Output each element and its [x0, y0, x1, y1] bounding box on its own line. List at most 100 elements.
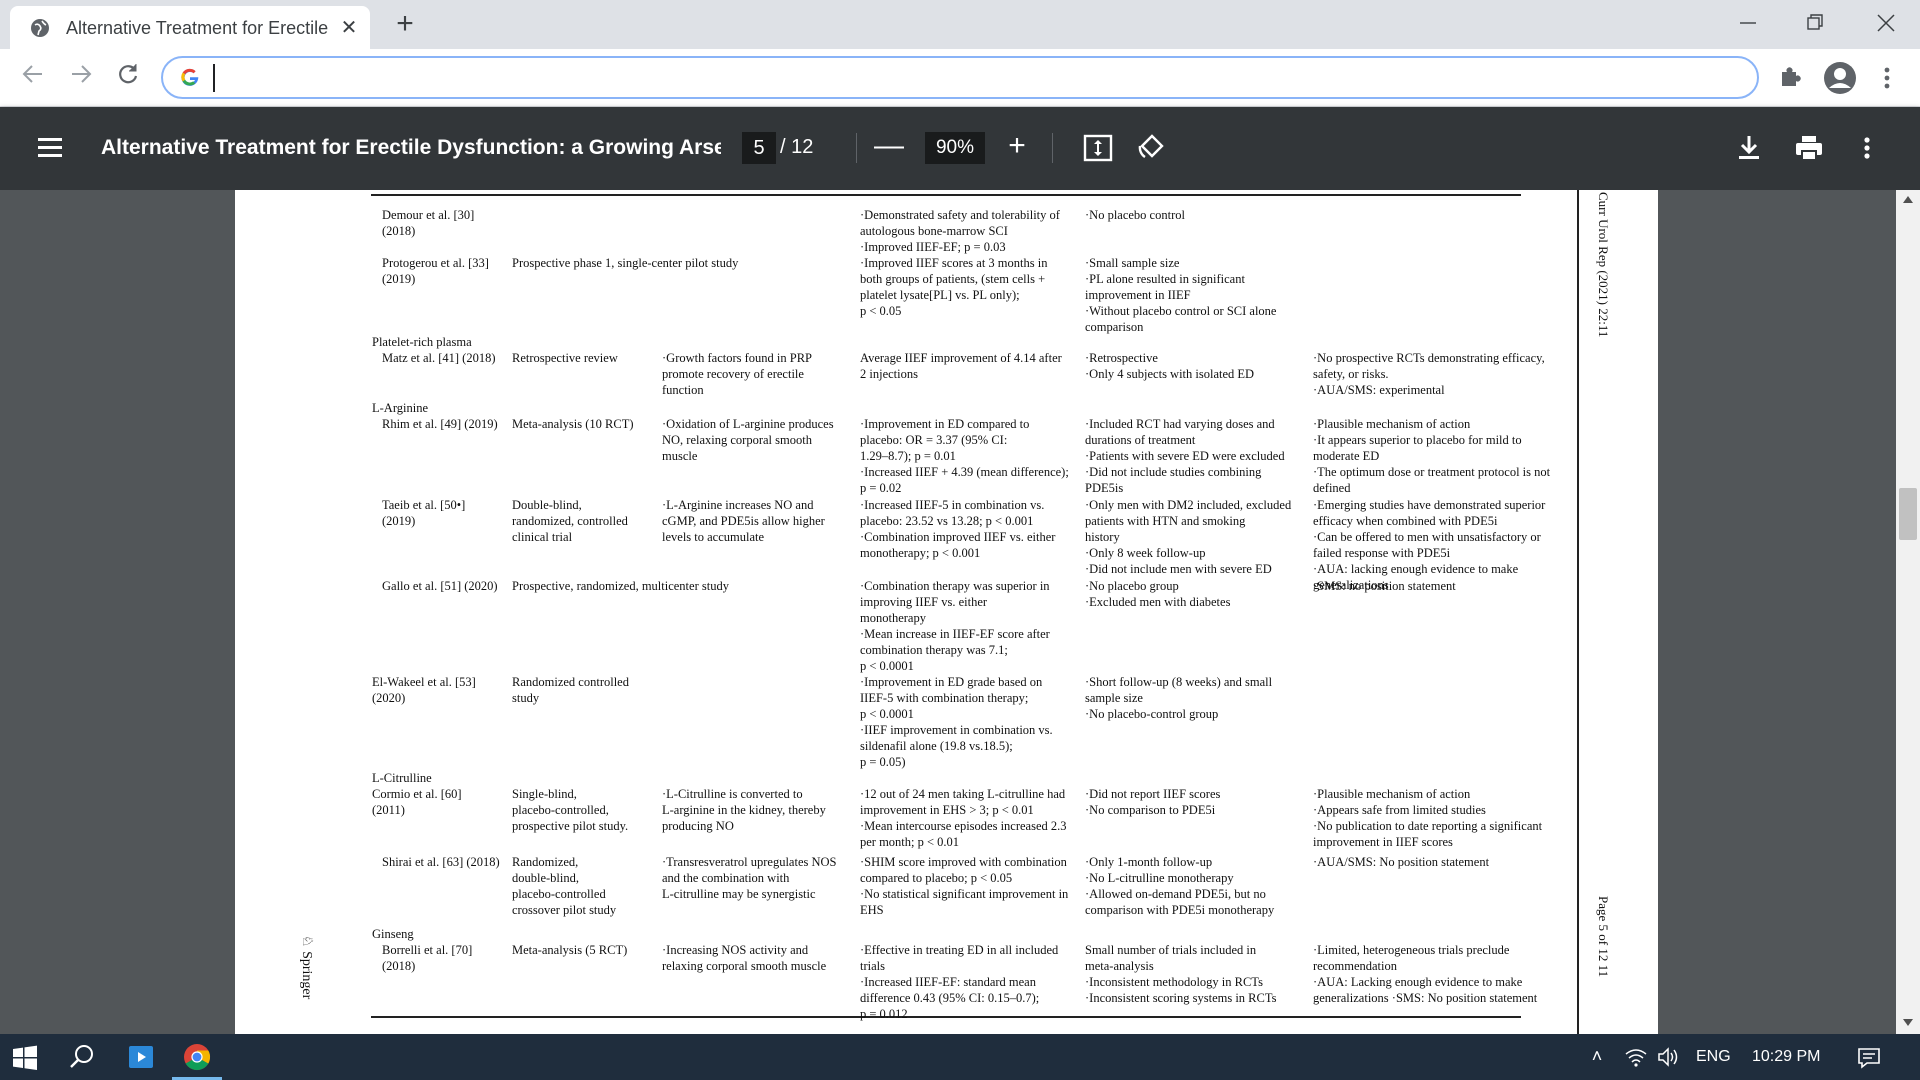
back-arrow-icon[interactable] — [16, 61, 50, 95]
forward-arrow-icon[interactable] — [64, 61, 98, 95]
design-cell: Randomized controlled study — [512, 675, 629, 705]
address-input[interactable] — [213, 64, 1713, 92]
limitations-cell: ·Included RCT had varying doses and dura… — [1085, 417, 1285, 495]
window-close-icon[interactable] — [1866, 8, 1906, 38]
chrome-icon[interactable] — [182, 1042, 212, 1072]
page-margin-rule — [1577, 190, 1579, 1034]
scrollbar-thumb[interactable] — [1899, 488, 1917, 540]
fit-to-page-icon[interactable] — [1083, 134, 1113, 162]
vertical-scrollbar[interactable] — [1896, 190, 1920, 1034]
recommendations-cell: ·No prospective RCTs demonstrating effic… — [1313, 351, 1545, 397]
design-cell: Meta-analysis (5 RCT) — [512, 943, 628, 957]
print-icon[interactable] — [1793, 133, 1825, 163]
results-cell: ·Improvement in ED grade based on IIEF-5… — [860, 675, 1053, 769]
search-icon[interactable] — [68, 1043, 96, 1071]
study-cell: Protogerou et al. [33] (2019) — [382, 256, 489, 286]
restore-icon[interactable] — [1795, 8, 1835, 38]
design-cell: Meta-analysis (10 RCT) — [512, 417, 634, 431]
design-cell: Single-blind, placebo-controlled, prospe… — [512, 787, 629, 833]
recommendations-cell: ·Plausible mechanism of action ·It appea… — [1313, 417, 1551, 495]
windows-start-icon[interactable] — [12, 1045, 38, 1071]
limitations-cell: ·Did not report IIEF scores ·No comparis… — [1085, 787, 1221, 817]
results-cell: ·Improved IIEF scores at 3 months in bot… — [860, 256, 1048, 318]
results-cell: ·Effective in treating ED in all include… — [860, 943, 1059, 1021]
study-cell: Cormio et al. [60] (2011) — [372, 787, 462, 817]
study-cell: Matz et al. [41] (2018) — [382, 351, 496, 365]
globe-icon — [31, 19, 49, 37]
results-cell: ·Improvement in ED compared to placebo: … — [860, 417, 1069, 495]
browser-menu-icon[interactable] — [1875, 62, 1899, 94]
limitations-cell: ·Short follow-up (8 weeks) and small sam… — [1085, 675, 1273, 721]
limitations-cell: ·Only men with DM2 included, excluded pa… — [1085, 498, 1292, 576]
windows-taskbar: ˄ ENG 10:29 PM — [0, 1034, 1920, 1080]
results-cell: ·Demonstrated safety and tolerability of… — [860, 208, 1060, 254]
tab-strip: Alternative Treatment for Erectile ✕ + — [0, 0, 1920, 49]
input-language[interactable]: ENG — [1696, 1048, 1736, 1068]
more-options-icon[interactable] — [1855, 133, 1879, 163]
mechanism-cell: ·Increasing NOS activity and relaxing co… — [662, 943, 827, 973]
page-number-input[interactable]: 5 — [742, 132, 776, 164]
notifications-icon[interactable] — [1857, 1046, 1881, 1070]
rotate-icon[interactable] — [1136, 132, 1168, 164]
zoom-out-button[interactable]: — — [874, 131, 904, 163]
pdf-page: Curr Urol Rep (2021) 22:11 Page 5 of 12 … — [235, 190, 1658, 1034]
study-cell: Borrelli et al. [70] (2018) — [382, 943, 473, 973]
section-label: L-Citrulline — [372, 771, 432, 785]
design-cell: Randomized, double-blind, placebo-contro… — [512, 855, 617, 917]
study-cell: El-Wakeel et al. [53] (2020) — [372, 675, 476, 705]
zoom-in-button[interactable]: + — [1002, 131, 1032, 163]
springer-horse-icon: ♘ — [299, 935, 314, 952]
section-label: L-Arginine — [372, 401, 429, 415]
mechanism-cell: ·Oxidation of L-arginine produces NO, re… — [662, 417, 834, 463]
scroll-up-arrow-icon[interactable] — [1902, 194, 1914, 204]
hamburger-menu-icon[interactable] — [36, 135, 66, 161]
reload-icon[interactable] — [111, 61, 145, 95]
new-tab-button[interactable]: + — [390, 9, 420, 40]
design-cell: Prospective phase 1, single-center pilot… — [512, 256, 739, 270]
mechanism-cell: ·L-Arginine increases NO and cGMP, and P… — [662, 498, 825, 544]
design-cell: Retrospective review — [512, 351, 618, 365]
publisher-logo: ♘ Springer — [295, 935, 315, 1034]
recommendations-cell: ·AUA/SMS: No position statement — [1313, 855, 1490, 869]
extensions-puzzle-icon[interactable] — [1775, 63, 1805, 93]
table-top-rule — [371, 194, 1521, 196]
study-cell: Rhim et al. [49] (2019) — [382, 417, 498, 431]
mechanism-cell: ·Growth factors found in PRP promote rec… — [662, 351, 812, 397]
limitations-cell: ·Small sample size ·PL alone resulted in… — [1085, 256, 1277, 334]
zoom-level-input[interactable]: 90% — [925, 132, 985, 164]
results-cell: ·Increased IIEF-5 in combination vs. pla… — [860, 498, 1056, 560]
google-g-icon — [181, 68, 199, 86]
clock[interactable]: 10:29 PM — [1752, 1048, 1832, 1068]
results-cell: ·Combination therapy was superior in imp… — [860, 579, 1050, 673]
results-cell: ·SHIM score improved with combination co… — [860, 855, 1069, 917]
limitations-cell: ·No placebo group ·Excluded men with dia… — [1085, 579, 1231, 609]
limitations-cell: ·Only 1-month follow-up ·No L-citrulline… — [1085, 855, 1275, 917]
mechanism-cell: ·L-Citrulline is converted to L-arginine… — [662, 787, 826, 833]
toolbar-divider — [856, 133, 857, 163]
pdf-toolbar: Alternative Treatment for Erectile Dysfu… — [0, 107, 1920, 190]
limitations-cell: ·Retrospective ·Only 4 subjects with iso… — [1085, 351, 1255, 381]
recommendations-cell: ·Limited, heterogeneous trials preclude … — [1313, 943, 1538, 1005]
study-cell: Demour et al. [30] (2018) — [382, 208, 475, 238]
close-tab-icon[interactable]: ✕ — [338, 17, 360, 39]
download-icon[interactable] — [1734, 133, 1764, 163]
browser-tab[interactable]: Alternative Treatment for Erectile ✕ — [10, 6, 370, 49]
publisher-name: Springer — [299, 951, 314, 1000]
limitations-cell: Small number of trials included in meta-… — [1085, 943, 1277, 1005]
browser-toolbar — [0, 49, 1920, 107]
scroll-down-arrow-icon[interactable] — [1902, 1018, 1914, 1028]
tab-title: Alternative Treatment for Erectile — [66, 18, 329, 38]
study-cell: Taeib et al. [50•] (2019) — [382, 498, 466, 528]
address-bar[interactable] — [161, 56, 1759, 99]
design-cell: Double-blind, randomized, controlled cli… — [512, 498, 628, 544]
chevron-up-icon[interactable]: ˄ — [1586, 1046, 1608, 1068]
pdf-viewer[interactable]: Curr Urol Rep (2021) 22:11 Page 5 of 12 … — [0, 190, 1920, 1034]
toolbar-divider — [1052, 133, 1053, 163]
wifi-icon[interactable] — [1624, 1046, 1648, 1068]
media-app-icon[interactable] — [126, 1042, 156, 1072]
minimize-icon[interactable] — [1728, 8, 1768, 38]
recommendations-cell: ·SMS: no position statement — [1313, 579, 1456, 593]
results-cell: ·12 out of 24 men taking L-citrulline ha… — [860, 787, 1067, 849]
profile-avatar-icon[interactable] — [1822, 60, 1858, 96]
volume-icon[interactable] — [1656, 1046, 1680, 1068]
